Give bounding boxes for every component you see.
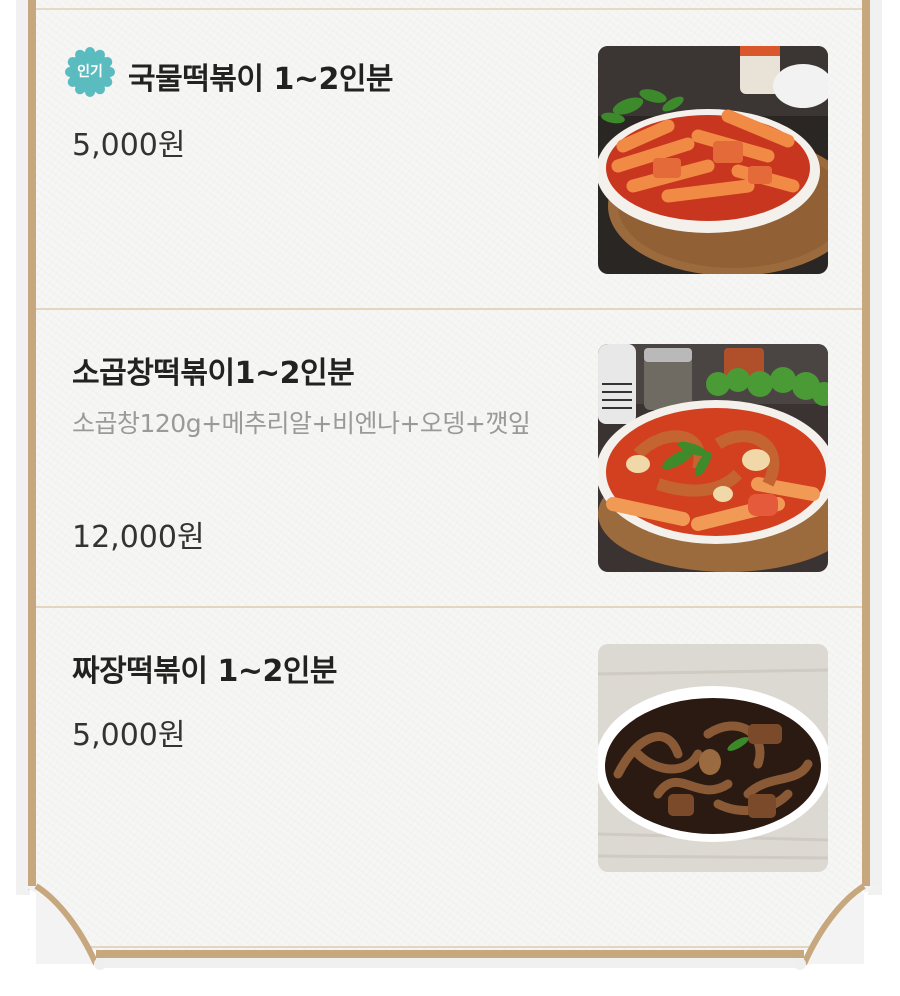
item-description: 소곱창120g+메추리알+비엔나+오뎅+깻잎 — [72, 409, 531, 438]
item-name: 짜장떡볶이 1~2인분 — [72, 654, 338, 689]
page-curl-footer — [0, 880, 900, 996]
item-price: 12,000원 — [72, 520, 205, 555]
item-name: 국물떡볶이 1~2인분 — [128, 62, 394, 97]
page-curl-icon — [16, 883, 884, 970]
badge-label: 인기 — [77, 64, 103, 80]
menu-page: 인기 국물떡볶이 1~2인분 5,000원 소곱창떡볶이1~2인분 소곱창120… — [0, 0, 900, 996]
frame-rail-right — [862, 0, 870, 890]
menu-item-jjajang-tteokbokki[interactable]: 짜장떡볶이 1~2인분 5,000원 — [36, 608, 862, 898]
frame-shadow-right — [868, 0, 882, 895]
jjajang-tteokbokki-photo[interactable] — [598, 644, 828, 872]
item-price: 5,000원 — [72, 718, 186, 753]
gopchang-tteokbokki-photo[interactable] — [598, 344, 828, 572]
frame-rail-left — [28, 0, 36, 890]
menu-item-gopchang-tteokbokki[interactable]: 소곱창떡볶이1~2인분 소곱창120g+메추리알+비엔나+오뎅+깻잎 12,00… — [36, 310, 862, 606]
item-price: 5,000원 — [72, 128, 186, 163]
menu-item-gukmul-tteokbokki[interactable]: 인기 국물떡볶이 1~2인분 5,000원 — [36, 10, 862, 308]
item-name: 소곱창떡볶이1~2인분 — [72, 356, 355, 391]
menu-card: 인기 국물떡볶이 1~2인분 5,000원 소곱창떡볶이1~2인분 소곱창120… — [36, 0, 862, 950]
popular-badge: 인기 — [64, 46, 116, 98]
soup-tteokbokki-photo[interactable] — [598, 46, 828, 274]
